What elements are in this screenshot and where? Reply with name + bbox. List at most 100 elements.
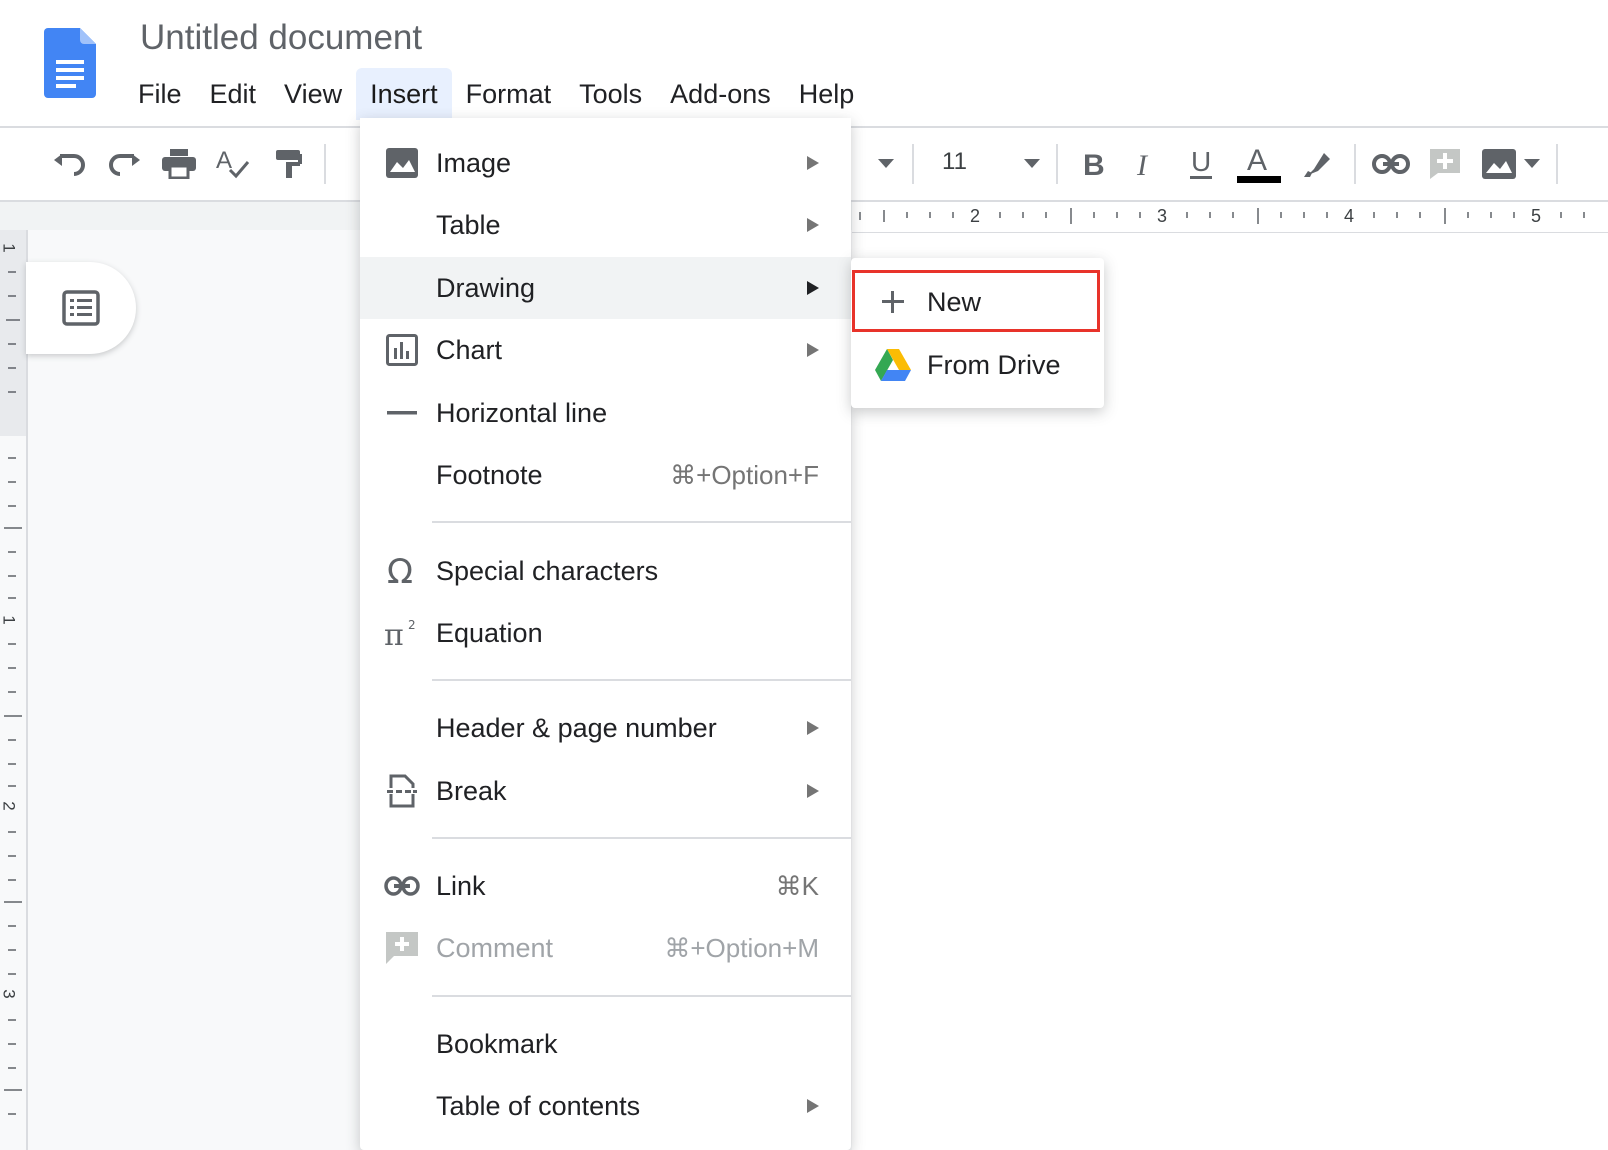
ruler-ticks — [859, 208, 1585, 224]
document-outline-icon — [62, 290, 100, 326]
menu-item-table-of-contents[interactable]: Table of contents — [360, 1075, 851, 1137]
menu-item-bookmark[interactable]: Bookmark — [360, 1013, 851, 1075]
submenu-item-from-drive[interactable]: From Drive — [851, 334, 1104, 396]
toolbar-separator — [1556, 144, 1558, 184]
menu-item-label: Horizontal line — [436, 397, 608, 428]
toolbar-separator — [324, 144, 326, 184]
menu-item-chart[interactable]: Chart — [360, 319, 851, 381]
menu-item-comment: Comment ⌘+Option+M — [360, 917, 851, 979]
spellcheck-icon[interactable]: A — [210, 142, 256, 186]
menu-item-special-characters[interactable]: Ω Special characters — [360, 540, 851, 602]
pi-icon: π2 — [384, 615, 420, 651]
vertical-ruler-number: 1 — [0, 243, 19, 253]
menu-file[interactable]: File — [124, 68, 196, 120]
svg-text:B: B — [1083, 149, 1105, 179]
menu-help[interactable]: Help — [785, 68, 869, 120]
submenu-arrow-icon — [807, 721, 819, 735]
menu-tools[interactable]: Tools — [565, 68, 656, 120]
document-outline-button[interactable] — [26, 262, 136, 354]
vertical-ruler-number: 3 — [0, 989, 19, 999]
document-title[interactable]: Untitled document — [140, 18, 422, 58]
link-icon[interactable] — [1368, 142, 1414, 186]
italic-icon[interactable]: I — [1124, 142, 1170, 186]
menu-insert[interactable]: Insert — [356, 68, 452, 120]
vertical-ruler-number: 1 — [0, 615, 19, 625]
submenu-arrow-icon — [807, 218, 819, 232]
menu-item-label: Table — [436, 209, 501, 240]
redo-icon[interactable] — [102, 142, 148, 186]
menu-divider — [432, 521, 851, 523]
menu-item-label: Drawing — [436, 272, 536, 303]
submenu-item-label: From Drive — [927, 349, 1061, 380]
menu-addons[interactable]: Add-ons — [656, 68, 785, 120]
svg-text:U: U — [1191, 147, 1211, 177]
menu-item-equation[interactable]: π2 Equation — [360, 602, 851, 664]
menu-view[interactable]: View — [270, 68, 356, 120]
menu-item-label: Image — [436, 147, 512, 178]
comment-icon — [384, 930, 420, 966]
menu-edit[interactable]: Edit — [196, 68, 271, 120]
horizontal-line-icon — [384, 395, 420, 431]
text-color-icon[interactable]: A — [1236, 142, 1282, 186]
insert-menu: Image Table Drawing Chart Horizontal lin… — [360, 118, 851, 1150]
ruler-number: 2 — [970, 206, 981, 226]
menu-item-image[interactable]: Image — [360, 132, 851, 194]
paint-format-icon[interactable] — [266, 142, 312, 186]
menu-item-label: Table of contents — [436, 1090, 641, 1121]
menu-item-label: Header & page number — [436, 712, 717, 743]
new-drawing-highlight-box — [852, 270, 1100, 332]
vertical-ruler-ticks — [4, 271, 22, 1115]
undo-icon[interactable] — [46, 142, 92, 186]
font-size-input[interactable]: 11 — [942, 148, 967, 176]
image-icon — [384, 145, 420, 181]
menu-item-table[interactable]: Table — [360, 194, 851, 256]
menu-item-horizontal-line[interactable]: Horizontal line — [360, 382, 851, 444]
svg-text:I: I — [1136, 149, 1149, 179]
google-drive-icon — [875, 347, 911, 383]
svg-text:A: A — [216, 148, 232, 174]
docs-logo-icon[interactable] — [44, 28, 96, 98]
menu-item-label: Break — [436, 775, 507, 806]
add-comment-icon[interactable] — [1422, 142, 1468, 186]
ruler-number: 5 — [1531, 206, 1542, 226]
insert-image-dropdown-arrow-icon[interactable] — [1512, 142, 1552, 186]
toolbar-separator — [1056, 144, 1058, 184]
menu-item-shortcut: ⌘+Option+F — [670, 459, 819, 490]
bold-icon[interactable]: B — [1070, 142, 1116, 186]
font-size-dropdown-arrow-icon[interactable] — [1010, 142, 1054, 186]
menu-item-footnote[interactable]: Footnote ⌘+Option+F — [360, 444, 851, 506]
menu-item-header-page-number[interactable]: Header & page number — [360, 697, 851, 759]
chart-icon — [384, 332, 420, 368]
menu-item-drawing[interactable]: Drawing — [360, 257, 851, 319]
vertical-ruler[interactable]: 1 1 2 3 — [0, 230, 28, 1150]
highlight-icon[interactable] — [1296, 142, 1342, 186]
link-icon — [384, 868, 420, 904]
svg-text:π: π — [384, 618, 404, 649]
svg-text:2: 2 — [408, 618, 416, 632]
ruler-number: 3 — [1157, 206, 1168, 226]
menu-item-label: Footnote — [436, 459, 543, 490]
menu-bar: File Edit View Insert Format Tools Add-o… — [124, 68, 868, 120]
print-icon[interactable] — [156, 142, 202, 186]
font-dropdown-arrow-icon[interactable] — [864, 142, 908, 186]
menu-item-label: Comment — [436, 932, 554, 963]
submenu-arrow-icon — [807, 784, 819, 798]
menu-item-label: Special characters — [436, 555, 659, 586]
menu-format[interactable]: Format — [452, 68, 566, 120]
toolbar-separator — [1354, 144, 1356, 184]
underline-icon[interactable]: U — [1178, 142, 1224, 186]
menu-item-label: Equation — [436, 617, 543, 648]
submenu-arrow-icon — [807, 156, 819, 170]
svg-text:A: A — [1247, 144, 1267, 177]
menu-item-label: Bookmark — [436, 1028, 558, 1059]
vertical-ruler-number: 2 — [0, 801, 19, 811]
horizontal-ruler[interactable]: 2 3 4 5 — [852, 202, 1608, 233]
menu-item-label: Chart — [436, 334, 503, 365]
submenu-arrow-icon — [807, 343, 819, 357]
menu-item-break[interactable]: Break — [360, 760, 851, 822]
ruler-number: 4 — [1344, 206, 1355, 226]
menu-divider — [432, 679, 851, 681]
menu-item-shortcut: ⌘K — [775, 870, 819, 901]
menu-item-link[interactable]: Link ⌘K — [360, 855, 851, 917]
submenu-arrow-icon — [807, 281, 819, 295]
